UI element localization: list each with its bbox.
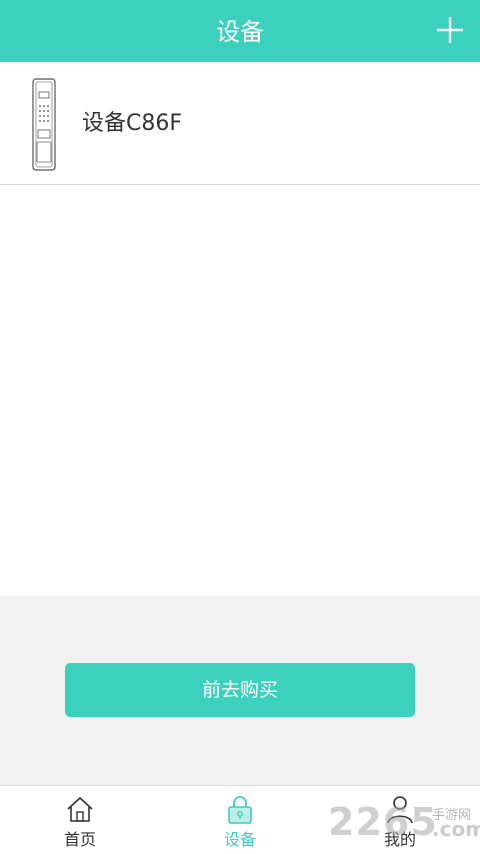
tab-device-label: 设备 <box>223 830 256 849</box>
tab-home[interactable]: 首页 <box>0 786 160 854</box>
buy-button[interactable]: 前去购买 <box>65 663 415 717</box>
device-list-item[interactable]: 设备C86F <box>0 62 480 185</box>
device-name: 设备C86F <box>82 111 183 136</box>
watermark-suffix: .com <box>432 817 480 841</box>
watermark-number: 2265 <box>328 800 438 844</box>
lock-icon <box>228 796 252 824</box>
tab-device[interactable]: 设备 <box>160 786 320 854</box>
page-title: 设备 <box>216 18 264 46</box>
app-header: 设备 <box>0 0 480 62</box>
home-icon <box>67 797 93 822</box>
smart-lock-icon <box>32 78 56 171</box>
add-device-button[interactable] <box>434 14 466 46</box>
action-area: 前去购买 <box>0 596 480 785</box>
content-area <box>0 185 480 596</box>
site-watermark: 2265 手游网 .com <box>328 800 480 846</box>
plus-icon <box>437 17 463 43</box>
tab-home-label: 首页 <box>63 830 96 849</box>
